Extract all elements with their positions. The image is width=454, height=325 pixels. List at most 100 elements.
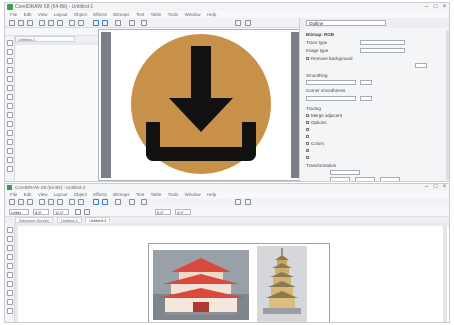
zoom-tool-icon[interactable] bbox=[7, 67, 13, 73]
menu-object[interactable]: Object bbox=[74, 191, 87, 198]
save-icon[interactable] bbox=[27, 20, 33, 26]
freehand-tool-icon[interactable] bbox=[7, 76, 13, 82]
smoothing-value[interactable] bbox=[360, 80, 372, 85]
remove-bg-checkbox[interactable] bbox=[306, 57, 309, 61]
menu-bitmaps[interactable]: Bitmaps bbox=[113, 11, 129, 18]
drop-shadow-tool-icon[interactable] bbox=[7, 148, 13, 154]
traced-artwork-frame[interactable] bbox=[99, 30, 301, 180]
transform-field-2[interactable] bbox=[330, 177, 350, 181]
menu-view[interactable]: View bbox=[38, 11, 48, 18]
open-icon[interactable] bbox=[18, 199, 24, 205]
menu-table[interactable]: Table bbox=[151, 11, 162, 18]
transparency-tool-icon[interactable] bbox=[7, 157, 13, 163]
options-icon[interactable] bbox=[235, 199, 241, 205]
connector-tool-icon[interactable] bbox=[7, 139, 13, 145]
menu-edit[interactable]: Edit bbox=[24, 191, 32, 198]
new-icon[interactable] bbox=[9, 199, 15, 205]
menu-effects[interactable]: Effects bbox=[93, 11, 107, 18]
text-tool-icon[interactable] bbox=[7, 121, 13, 127]
paste-icon[interactable] bbox=[57, 199, 63, 205]
redo-icon[interactable] bbox=[78, 20, 84, 26]
bottom-vertical-scrollbar[interactable] bbox=[443, 226, 447, 322]
nudge-x-field[interactable]: 0.0" bbox=[155, 209, 171, 215]
option-checkbox-2[interactable] bbox=[306, 128, 309, 132]
menu-window[interactable]: Window bbox=[185, 191, 201, 198]
pagoda-image[interactable] bbox=[153, 250, 249, 320]
option-checkbox-3[interactable] bbox=[306, 135, 309, 139]
transform-field-3[interactable] bbox=[355, 177, 375, 181]
launch-icon[interactable] bbox=[245, 20, 251, 26]
rectangle-tool-icon[interactable] bbox=[7, 281, 13, 287]
pick-tool-icon[interactable] bbox=[7, 40, 13, 46]
menu-layout[interactable]: Layout bbox=[54, 191, 68, 198]
snap-to-icon[interactable] bbox=[141, 199, 147, 205]
option-checkbox-4[interactable] bbox=[306, 149, 309, 153]
snap-to-icon[interactable] bbox=[141, 20, 147, 26]
menu-table[interactable]: Table bbox=[151, 191, 162, 198]
export-icon[interactable] bbox=[102, 199, 108, 205]
publish-pdf-icon[interactable] bbox=[115, 199, 121, 205]
ellipse-tool-icon[interactable] bbox=[7, 103, 13, 109]
undo-icon[interactable] bbox=[69, 20, 75, 26]
tab-welcome-screen[interactable]: Welcome Screen bbox=[15, 217, 54, 223]
artistic-media-tool-icon[interactable] bbox=[7, 272, 13, 278]
maximize-icon[interactable]: □ bbox=[431, 184, 440, 191]
freehand-tool-icon[interactable] bbox=[7, 263, 13, 269]
menu-view[interactable]: View bbox=[38, 191, 48, 198]
shape-tool-icon[interactable] bbox=[7, 49, 13, 55]
top-document-tab[interactable]: Untitled-1 bbox=[15, 36, 75, 42]
import-icon[interactable] bbox=[93, 20, 99, 26]
options-icon[interactable] bbox=[235, 20, 241, 26]
merge-checkbox[interactable] bbox=[306, 114, 309, 118]
page-height-field[interactable]: 11.0" bbox=[53, 209, 69, 215]
docker-selector[interactable]: Outline bbox=[306, 20, 386, 26]
page-size-select[interactable]: Letter bbox=[9, 209, 29, 215]
zoom-tool-icon[interactable] bbox=[7, 254, 13, 260]
redo-icon[interactable] bbox=[78, 199, 84, 205]
color-eyedropper-tool-icon[interactable] bbox=[7, 166, 13, 172]
zoom-level-icon[interactable] bbox=[129, 199, 135, 205]
save-icon[interactable] bbox=[27, 199, 33, 205]
copy-icon[interactable] bbox=[48, 20, 54, 26]
cut-icon[interactable] bbox=[39, 199, 45, 205]
trace-type-select[interactable] bbox=[360, 40, 405, 45]
tab-untitled-2[interactable]: Untitled-2 bbox=[85, 217, 111, 223]
open-icon[interactable] bbox=[18, 20, 24, 26]
menu-object[interactable]: Object bbox=[74, 11, 87, 18]
import-icon[interactable] bbox=[93, 199, 99, 205]
menu-window[interactable]: Window bbox=[185, 11, 201, 18]
minimize-icon[interactable]: – bbox=[422, 184, 431, 191]
menu-edit[interactable]: Edit bbox=[24, 11, 32, 18]
menu-text[interactable]: Text bbox=[136, 11, 144, 18]
landscape-icon[interactable] bbox=[84, 209, 90, 215]
menu-tools[interactable]: Tools bbox=[168, 11, 179, 18]
polygon-tool-icon[interactable] bbox=[7, 112, 13, 118]
corner-value[interactable] bbox=[360, 96, 372, 101]
tower-image[interactable] bbox=[257, 246, 307, 322]
menu-text[interactable]: Text bbox=[136, 191, 144, 198]
undo-icon[interactable] bbox=[69, 199, 75, 205]
menu-bitmaps[interactable]: Bitmaps bbox=[113, 191, 129, 198]
menu-layout[interactable]: Layout bbox=[54, 11, 68, 18]
slider-value-field[interactable] bbox=[415, 63, 427, 68]
close-icon[interactable]: × bbox=[440, 184, 449, 191]
publish-pdf-icon[interactable] bbox=[115, 20, 121, 26]
image-type-select[interactable] bbox=[360, 48, 405, 53]
transform-field-4[interactable] bbox=[380, 177, 400, 181]
option-checkbox-1[interactable] bbox=[306, 121, 309, 125]
artistic-media-tool-icon[interactable] bbox=[7, 85, 13, 91]
maximize-icon[interactable]: □ bbox=[431, 3, 440, 11]
paste-icon[interactable] bbox=[57, 20, 63, 26]
page-width-field[interactable]: 8.5" bbox=[33, 209, 49, 215]
export-icon[interactable] bbox=[102, 20, 108, 26]
menu-file[interactable]: File bbox=[10, 11, 17, 18]
text-tool-icon[interactable] bbox=[7, 308, 13, 314]
rectangle-tool-icon[interactable] bbox=[7, 94, 13, 100]
shape-tool-icon[interactable] bbox=[7, 236, 13, 242]
parallel-dimension-tool-icon[interactable] bbox=[7, 130, 13, 136]
transform-field-1[interactable] bbox=[330, 170, 360, 175]
new-icon[interactable] bbox=[9, 20, 15, 26]
menu-file[interactable]: File bbox=[10, 191, 17, 198]
minimize-icon[interactable]: – bbox=[422, 3, 431, 11]
pick-tool-icon[interactable] bbox=[7, 227, 13, 233]
